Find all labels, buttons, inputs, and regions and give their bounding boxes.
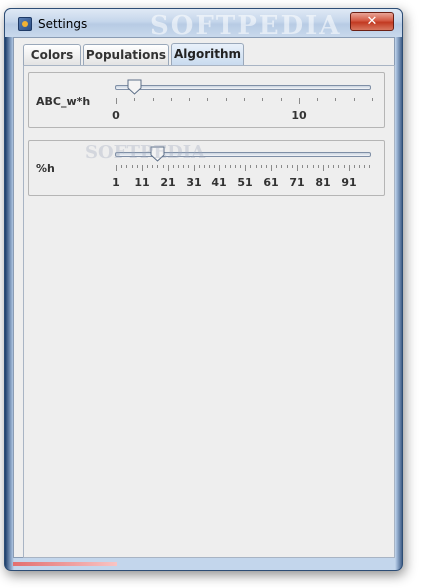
minor-tick [318,165,319,168]
major-tick [194,165,195,171]
minor-tick [307,165,308,168]
tick-label: 10 [291,109,307,122]
slider-group-h [28,140,385,196]
minor-tick [152,165,153,168]
slider-track-abc[interactable] [115,85,371,90]
minor-tick [207,98,208,101]
settings-window: Settings SOFTPEDIA ✕ Colors Populations … [0,0,424,588]
minor-tick [244,98,245,101]
minor-tick [157,165,158,168]
slider-thumb-abc[interactable] [127,79,142,95]
close-icon: ✕ [366,14,378,29]
minor-tick [261,165,262,168]
minor-tick [147,165,148,168]
minor-tick [183,165,184,168]
minor-tick [204,165,205,168]
slider-label-abc: ABC_w*h [36,95,91,108]
minor-tick [189,98,190,101]
minor-tick [302,165,303,168]
minor-tick [262,98,263,101]
tab-colors[interactable]: Colors [23,44,81,65]
minor-tick [372,98,373,101]
minor-tick [121,165,122,168]
tick-label: 0 [112,109,120,122]
minor-tick [354,165,355,168]
tab-algorithm[interactable]: Algorithm [171,43,244,65]
minor-tick [369,165,370,168]
minor-tick [292,165,293,168]
minor-tick [225,165,226,168]
softpedia-watermark: SOFTPEDIA [85,142,206,163]
minor-tick [214,165,215,168]
tick-label: 31 [186,176,202,189]
tab-populations[interactable]: Populations [83,44,169,65]
minor-tick [313,165,314,168]
minor-tick [328,165,329,168]
tick-label: 41 [211,176,227,189]
close-button[interactable]: ✕ [350,12,394,31]
minor-tick [287,165,288,168]
major-tick [299,98,300,104]
major-tick [349,165,350,171]
minor-tick [235,165,236,168]
minor-tick [132,165,133,168]
minor-tick [178,165,179,168]
minor-tick [364,165,365,168]
minor-tick [240,165,241,168]
minor-tick [209,165,210,168]
app-icon [18,17,32,31]
major-tick [297,165,298,171]
tick-label: 81 [315,176,331,189]
major-tick [245,165,246,171]
minor-tick [266,165,267,168]
algorithm-panel [23,65,395,558]
minor-tick [230,165,231,168]
tick-label: 51 [237,176,253,189]
major-tick [116,98,117,104]
minor-tick [317,98,318,101]
tick-label: 21 [160,176,176,189]
minor-tick [134,98,135,101]
tick-label: 1 [112,176,120,189]
major-tick [271,165,272,171]
window-title: Settings [38,17,88,31]
minor-tick [338,165,339,168]
major-tick [219,165,220,171]
minor-tick [250,165,251,168]
minor-tick [173,165,174,168]
major-tick [116,165,117,171]
minor-tick [354,98,355,101]
major-tick [168,165,169,171]
major-tick [323,165,324,171]
minor-tick [333,165,334,168]
minor-tick [163,165,164,168]
minor-tick [188,165,189,168]
minor-tick [199,165,200,168]
minor-tick [276,165,277,168]
major-tick [142,165,143,171]
tick-label: 11 [134,176,150,189]
tick-label: 71 [289,176,305,189]
tick-label: 91 [341,176,357,189]
tick-label: 61 [263,176,279,189]
minor-tick [281,165,282,168]
minor-tick [344,165,345,168]
minor-tick [171,98,172,101]
minor-tick [153,98,154,101]
minor-tick [126,165,127,168]
minor-tick [256,165,257,168]
minor-tick [137,165,138,168]
minor-tick [226,98,227,101]
progress-strip [13,562,117,566]
minor-tick [281,98,282,101]
minor-tick [359,165,360,168]
minor-tick [335,98,336,101]
slider-label-h: %h [36,162,55,175]
